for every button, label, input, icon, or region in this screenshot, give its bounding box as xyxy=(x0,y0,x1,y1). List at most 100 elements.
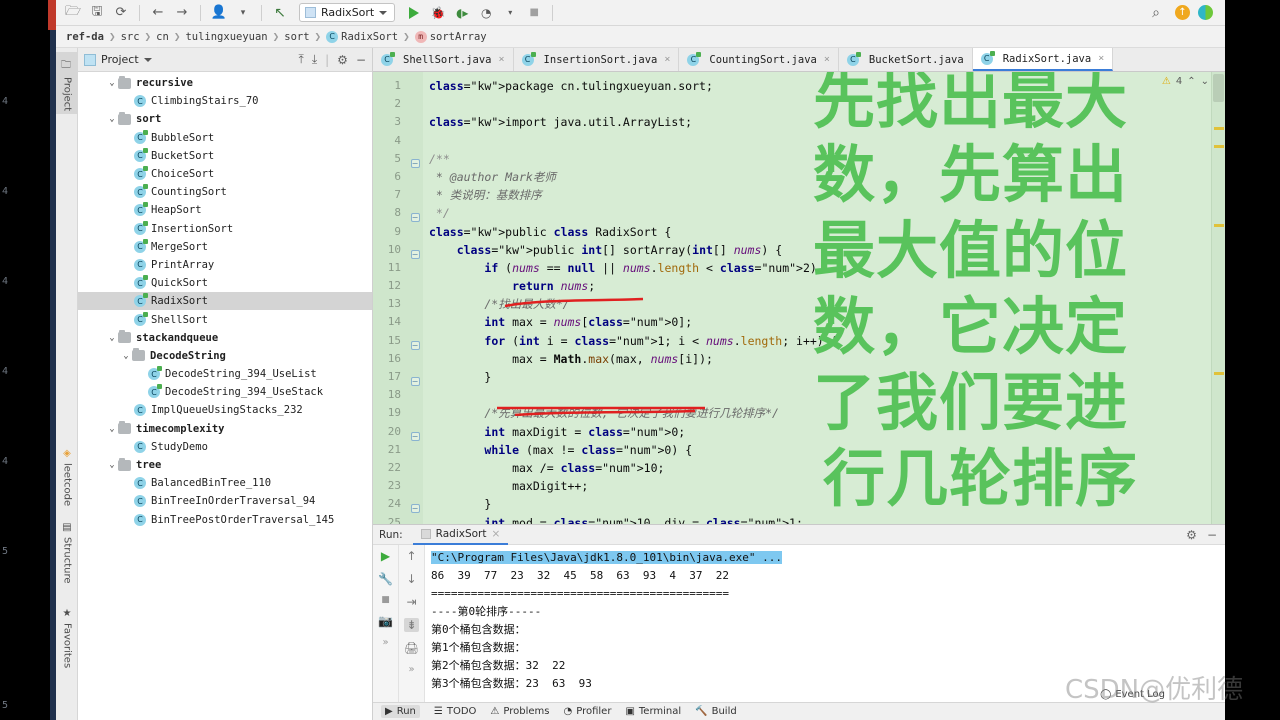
tree-file[interactable]: C QuickSort xyxy=(78,274,372,292)
scroll-down-icon[interactable]: ↓ xyxy=(406,572,416,586)
chevron-down-icon[interactable]: ▾ xyxy=(499,3,521,23)
tree-folder[interactable]: ⌄ DecodeString xyxy=(78,347,372,365)
run-tab-radixsort[interactable]: RadixSort × xyxy=(412,525,509,545)
save-all-icon[interactable]: 🖫 xyxy=(86,3,108,23)
tree-file[interactable]: C HeapSort xyxy=(78,201,372,219)
fold-icon[interactable]: − xyxy=(410,340,420,350)
tool-tab-todo[interactable]: ☰ TODO xyxy=(434,706,477,717)
close-icon[interactable]: × xyxy=(499,54,505,65)
code-editor[interactable]: 1 2 3 4 5 6 7 8 9 10 11 12 13 14 15 16 17 18 19 20 21 22 23 24 2… xyxy=(373,72,1225,524)
tree-folder[interactable]: ⌄ recursive xyxy=(78,74,372,92)
tree-file[interactable]: C ImplQueueUsingStacks_232 xyxy=(78,401,372,419)
close-icon[interactable]: × xyxy=(1098,53,1104,64)
chevron-down-icon[interactable]: ⌄ xyxy=(106,424,118,434)
fold-icon[interactable]: − xyxy=(410,377,420,386)
expand-all-icon[interactable]: ⤒ xyxy=(299,52,304,67)
tree-folder[interactable]: ⌄ stackandqueue xyxy=(78,329,372,347)
tool-tab-build[interactable]: 🔨 Build xyxy=(695,706,737,717)
next-problem-icon[interactable]: ⌄ xyxy=(1201,76,1209,87)
warning-marker[interactable] xyxy=(1214,127,1224,130)
tree-file[interactable]: C CountingSort xyxy=(78,183,372,201)
tree-file[interactable]: C BinTreeInOrderTraversal_94 xyxy=(78,492,372,510)
chevron-down-icon[interactable]: ⌄ xyxy=(106,78,118,88)
chevron-down-icon[interactable]: ⌄ xyxy=(120,351,132,361)
close-icon[interactable]: × xyxy=(824,54,830,65)
avatar[interactable] xyxy=(1198,5,1213,20)
print-icon[interactable]: 🖨 xyxy=(404,641,419,655)
camera-icon[interactable]: 📷 xyxy=(378,614,393,628)
editor-tab-radixsort-java[interactable]: C RadixSort.java × xyxy=(972,48,1114,71)
chevron-down-icon[interactable] xyxy=(143,57,152,62)
inspection-widget[interactable]: ⚠ 4 ⌃ ⌄ xyxy=(1162,76,1209,87)
search-icon[interactable]: ⌕ xyxy=(1145,3,1167,23)
undo-icon[interactable]: ↖ xyxy=(269,3,291,23)
stop-icon[interactable]: ■ xyxy=(381,595,390,605)
tree-file[interactable]: C MergeSort xyxy=(78,238,372,256)
back-arrow-icon[interactable]: ← xyxy=(147,3,169,23)
breadcrumb-item-src[interactable]: src xyxy=(121,31,140,43)
breadcrumb-item-sortarray[interactable]: m sortArray xyxy=(414,30,487,43)
chevron-down-icon[interactable]: ▾ xyxy=(232,3,254,23)
tree-file[interactable]: C ShellSort xyxy=(78,310,372,328)
tree-folder[interactable]: ⌄ tree xyxy=(78,456,372,474)
editor-tab-shellsort-java[interactable]: C ShellSort.java × xyxy=(373,48,514,71)
stop-button[interactable]: ■ xyxy=(523,3,545,23)
scroll-to-end-icon[interactable]: ⇟ xyxy=(404,618,419,632)
breadcrumb-item-radixsort[interactable]: C RadixSort xyxy=(326,30,398,43)
chevron-down-icon[interactable]: ⌄ xyxy=(106,460,118,470)
wrench-icon[interactable]: 🔧 xyxy=(378,572,393,586)
tree-file[interactable]: C BinTreePostOrderTraversal_145 xyxy=(78,511,372,529)
warning-marker[interactable] xyxy=(1214,224,1224,227)
chevron-down-icon[interactable]: ⌄ xyxy=(106,114,118,124)
run-button[interactable] xyxy=(403,3,425,23)
tree-file[interactable]: C PrintArray xyxy=(78,256,372,274)
editor-tab-bucketsort-java[interactable]: C BucketSort.java xyxy=(839,48,973,71)
tree-file[interactable]: C ChoiceSort xyxy=(78,165,372,183)
fold-icon[interactable]: − xyxy=(410,158,420,168)
fold-icon[interactable]: − xyxy=(410,249,420,259)
expand-icon[interactable]: » xyxy=(382,637,388,648)
tree-file[interactable]: C ClimbingStairs_70 xyxy=(78,92,372,110)
fold-icon[interactable]: − xyxy=(410,431,420,441)
hide-icon[interactable]: − xyxy=(1207,528,1217,542)
tool-tab-problems[interactable]: ⚠ Problems xyxy=(490,706,549,717)
editor-tab-countingsort-java[interactable]: C CountingSort.java × xyxy=(679,48,839,71)
code-fold-gutter[interactable]: − − − − − − − xyxy=(407,72,423,524)
sidebar-item-leetcode[interactable]: ◈ leetcode xyxy=(56,444,78,514)
gear-icon[interactable]: ⚙ xyxy=(337,53,348,67)
gear-icon[interactable]: ⚙ xyxy=(1186,528,1197,542)
close-icon[interactable]: × xyxy=(664,54,670,65)
tree-file[interactable]: C BalancedBinTree_110 xyxy=(78,474,372,492)
tree-file[interactable]: C DecodeString_394_UseList xyxy=(78,365,372,383)
project-tree[interactable]: ⌄ recursive C ClimbingStairs_70 ⌄ sort C Bubble… xyxy=(78,72,372,720)
tree-file[interactable]: C InsertionSort xyxy=(78,220,372,238)
profile-icon[interactable]: 👤 xyxy=(208,3,230,23)
tree-file[interactable]: C BubbleSort xyxy=(78,129,372,147)
breadcrumb-item-ref-da[interactable]: ref-da xyxy=(66,31,104,43)
tree-file[interactable]: C BucketSort xyxy=(78,147,372,165)
run-icon[interactable]: ▶ xyxy=(381,549,390,563)
sidebar-item-structure[interactable]: ▤ Structure xyxy=(56,518,78,596)
editor-right-margin[interactable] xyxy=(1211,72,1225,524)
forward-arrow-icon[interactable]: → xyxy=(171,3,193,23)
fold-icon[interactable]: − xyxy=(410,504,420,514)
sync-icon[interactable]: ⟳ xyxy=(110,3,132,23)
scrollbar-thumb[interactable] xyxy=(1213,74,1224,102)
soft-wrap-icon[interactable]: ⇥ xyxy=(406,595,416,609)
tree-folder[interactable]: ⌄ timecomplexity xyxy=(78,420,372,438)
close-icon[interactable]: × xyxy=(492,528,501,540)
warning-marker[interactable] xyxy=(1214,372,1224,375)
tree-file[interactable]: C RadixSort xyxy=(78,292,372,311)
sidebar-item-project[interactable]: 🗀 Project xyxy=(56,52,78,114)
open-folder-icon[interactable]: 🗁 xyxy=(62,3,84,23)
chevron-down-icon[interactable]: ⌄ xyxy=(106,333,118,343)
fold-icon[interactable]: − xyxy=(410,213,420,223)
run-configuration-selector[interactable]: RadixSort xyxy=(299,3,396,22)
collapse-all-icon[interactable]: ⤓ xyxy=(312,52,317,67)
coverage-button[interactable]: ◖▸ xyxy=(451,3,473,23)
tool-tab-terminal[interactable]: ▣ Terminal xyxy=(625,706,681,717)
update-icon[interactable]: ↑ xyxy=(1175,5,1190,20)
tool-tab-profiler[interactable]: ◔ Profiler xyxy=(563,706,611,717)
scroll-up-icon[interactable]: ↑ xyxy=(406,549,416,563)
breadcrumb-item-tulingxueyuan[interactable]: tulingxueyuan xyxy=(185,31,267,43)
